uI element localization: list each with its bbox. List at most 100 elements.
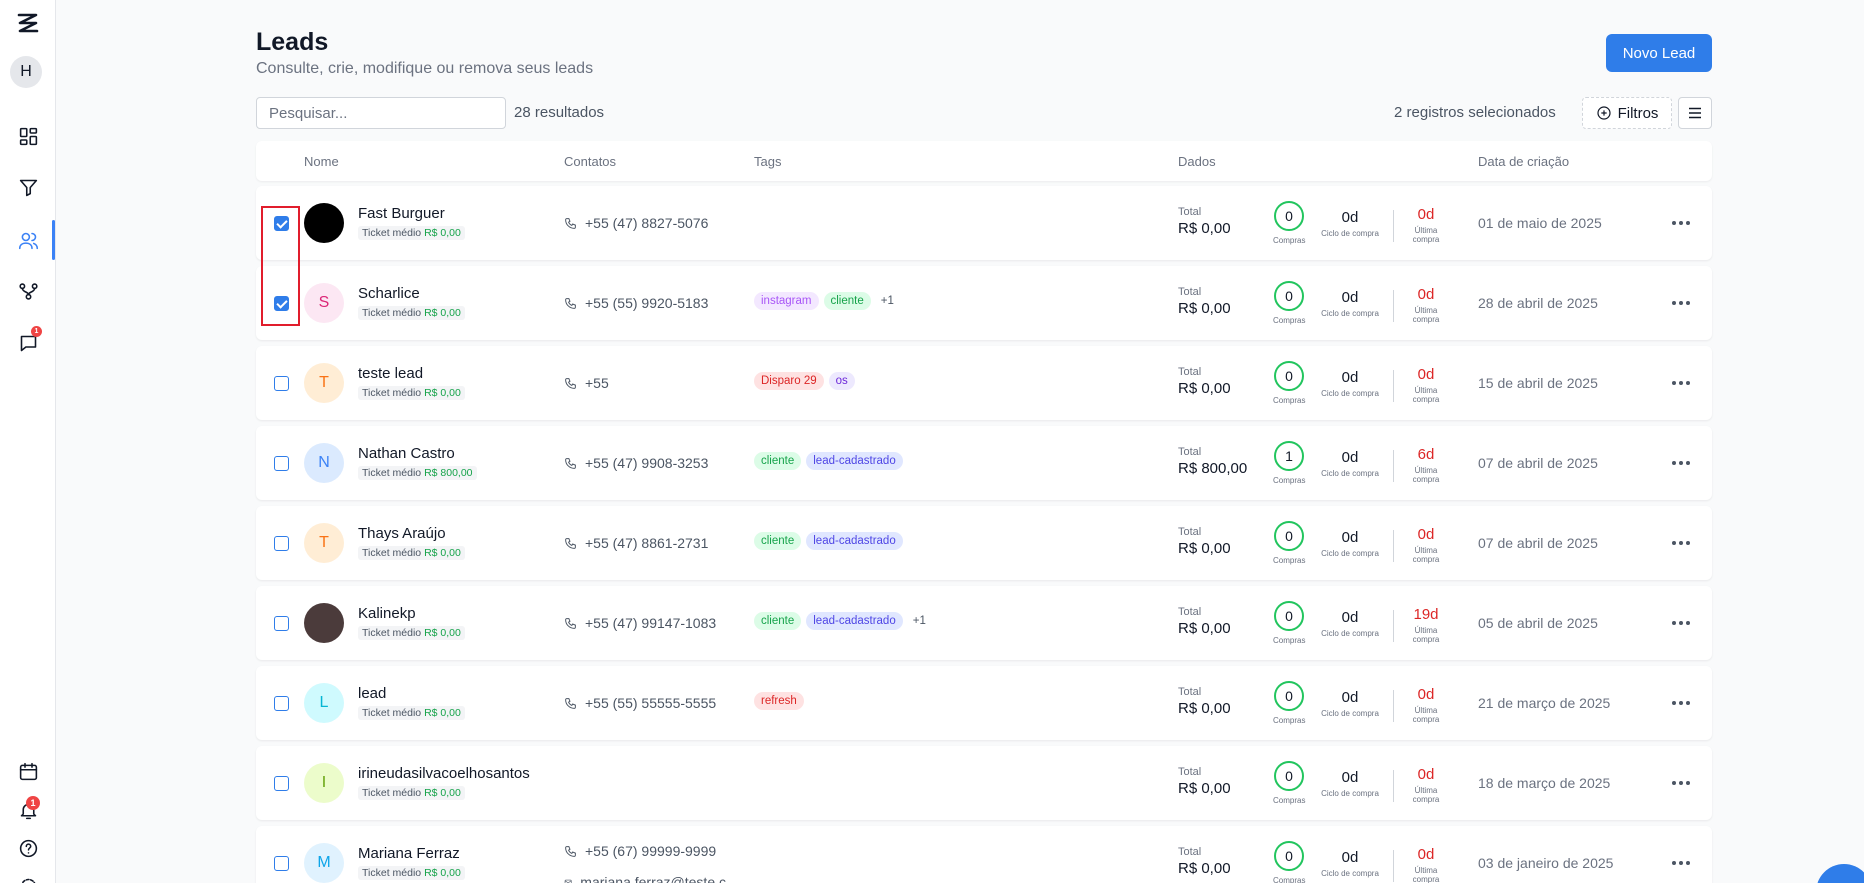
contact-phone[interactable]: +55 (47) 9908-3253 <box>564 455 708 471</box>
last-purchase-label: Última compra <box>1406 786 1446 804</box>
last-purchase-label: Última compra <box>1406 546 1446 564</box>
divider <box>1393 450 1394 482</box>
lead-name[interactable]: Mariana Ferraz <box>358 845 460 862</box>
total-label: Total <box>1178 686 1202 698</box>
tag-badge[interactable]: Disparo 29 <box>754 372 824 390</box>
lead-name[interactable]: irineudasilvacoelhosantos <box>358 765 530 782</box>
filters-label: Filtros <box>1617 104 1659 122</box>
cycle-value: 0d <box>1341 369 1359 386</box>
row-checkbox[interactable] <box>274 776 289 791</box>
tag-badge[interactable]: cliente <box>754 532 802 550</box>
row-checkbox[interactable] <box>274 616 289 631</box>
tag-badge[interactable]: os <box>828 372 855 390</box>
purchases-count: 0 <box>1274 201 1304 231</box>
lead-name[interactable]: Kalinekp <box>358 605 416 622</box>
ticket-badge: Ticket médio R$ 0,00 <box>358 626 465 640</box>
search-input[interactable] <box>256 97 506 129</box>
table-row[interactable]: N Nathan Castro Ticket médio R$ 800,00 +… <box>256 426 1712 500</box>
workflow-icon[interactable] <box>0 275 56 307</box>
more-tags-badge[interactable]: +1 <box>908 612 931 630</box>
more-options-icon[interactable] <box>1670 293 1692 313</box>
row-checkbox[interactable] <box>274 456 289 471</box>
lead-name[interactable]: teste lead <box>358 365 423 382</box>
tag-badge[interactable]: cliente <box>754 452 802 470</box>
more-options-icon[interactable] <box>1670 213 1692 233</box>
contact-phone[interactable]: +55 (55) 55555-5555 <box>564 695 716 711</box>
lead-name[interactable]: Fast Burguer <box>358 205 445 222</box>
row-checkbox[interactable] <box>274 536 289 551</box>
tag-badge[interactable]: instagram <box>754 292 819 310</box>
last-label-line1: Última <box>1414 546 1438 555</box>
table-row[interactable]: T Thays Araújo Ticket médio R$ 0,00 +55 … <box>256 506 1712 580</box>
filters-button[interactable]: Filtros <box>1582 97 1672 129</box>
purchases-label: Compras <box>1273 396 1306 405</box>
chat-widget-button[interactable] <box>1816 864 1864 883</box>
users-icon[interactable] <box>0 224 56 256</box>
cycle-value: 0d <box>1341 609 1359 626</box>
contact-phone[interactable]: +55 (67) 99999-9999 <box>564 843 716 859</box>
more-options-icon[interactable] <box>1670 773 1692 793</box>
last-label-line2: compra <box>1412 315 1440 324</box>
column-name[interactable]: Nome <box>304 154 339 169</box>
row-checkbox[interactable] <box>274 696 289 711</box>
contact-phone[interactable]: +55 (47) 8827-5076 <box>564 215 708 231</box>
lead-name[interactable]: Scharlice <box>358 285 420 302</box>
table-row[interactable]: T teste lead Ticket médio R$ 0,00 +55 Di… <box>256 346 1712 420</box>
new-lead-button[interactable]: Novo Lead <box>1606 34 1712 72</box>
app-logo-icon[interactable] <box>0 6 56 40</box>
table-row[interactable]: S Scharlice Ticket médio R$ 0,00 +55 (55… <box>256 266 1712 340</box>
table-row[interactable]: M Mariana Ferraz Ticket médio R$ 0,00 +5… <box>256 826 1712 883</box>
contact-phone[interactable]: +55 <box>564 375 609 391</box>
lead-name[interactable]: Nathan Castro <box>358 445 455 462</box>
tag-badge[interactable]: cliente <box>823 292 871 310</box>
more-options-icon[interactable] <box>1670 453 1692 473</box>
more-options-icon[interactable] <box>1670 613 1692 633</box>
dashboard-icon[interactable] <box>0 120 56 152</box>
last-label-line2: compra <box>1412 635 1440 644</box>
tag-badge[interactable]: refresh <box>754 692 804 710</box>
ticket-badge: Ticket médio R$ 0,00 <box>358 786 465 800</box>
row-checkbox[interactable] <box>274 376 289 391</box>
contact-email[interactable]: mariana.ferraz@teste.c <box>564 874 726 883</box>
total-label: Total <box>1178 286 1202 298</box>
contact-phone[interactable]: +55 (47) 8861-2731 <box>564 535 708 551</box>
more-options-icon[interactable] <box>1670 693 1692 713</box>
settings-icon[interactable] <box>0 870 56 883</box>
purchases-label: Compras <box>1273 316 1306 325</box>
tag-badge[interactable]: lead-cadastrado <box>806 532 903 550</box>
lead-name[interactable]: Thays Araújo <box>358 525 446 542</box>
table-row[interactable]: L lead Ticket médio R$ 0,00 +55 (55) 555… <box>256 666 1712 740</box>
purchases-label: Compras <box>1273 476 1306 485</box>
column-data: Dados <box>1178 154 1216 169</box>
phone-icon <box>565 697 576 709</box>
more-options-icon[interactable] <box>1670 373 1692 393</box>
table-row[interactable]: Fast Burguer Ticket médio R$ 0,00 +55 (4… <box>256 186 1712 260</box>
columns-menu-button[interactable] <box>1678 97 1712 129</box>
more-options-icon[interactable] <box>1670 533 1692 553</box>
last-purchase-value: 19d <box>1413 606 1439 623</box>
ticket-badge: Ticket médio R$ 0,00 <box>358 546 465 560</box>
cycle-label: Ciclo de compra <box>1321 309 1379 318</box>
user-avatar[interactable]: H <box>10 56 42 88</box>
column-tags: Tags <box>754 154 782 169</box>
more-tags-badge[interactable]: +1 <box>876 292 899 310</box>
tag-badge[interactable]: cliente <box>754 612 802 630</box>
phone-number: +55 (47) 8827-5076 <box>585 215 709 231</box>
table-row[interactable]: I irineudasilvacoelhosantos Ticket médio… <box>256 746 1712 820</box>
column-created[interactable]: Data de criação <box>1478 154 1569 169</box>
help-icon[interactable] <box>0 832 56 864</box>
lead-name[interactable]: lead <box>358 685 386 702</box>
funnel-icon[interactable] <box>0 171 56 203</box>
contact-phone[interactable]: +55 (47) 99147-1083 <box>564 615 716 631</box>
cycle-label: Ciclo de compra <box>1321 789 1379 798</box>
tag-badge[interactable]: lead-cadastrado <box>806 452 903 470</box>
calendar-icon[interactable] <box>0 755 56 787</box>
contact-phone[interactable]: +55 (55) 9920-5183 <box>564 295 708 311</box>
purchases-count: 0 <box>1274 761 1304 791</box>
tag-badge[interactable]: lead-cadastrado <box>806 612 903 630</box>
more-options-icon[interactable] <box>1670 853 1692 873</box>
chat-icon[interactable] <box>0 327 56 359</box>
phone-number: +55 <box>585 375 609 391</box>
table-row[interactable]: Kalinekp Ticket médio R$ 0,00 +55 (47) 9… <box>256 586 1712 660</box>
row-checkbox[interactable] <box>274 856 289 871</box>
